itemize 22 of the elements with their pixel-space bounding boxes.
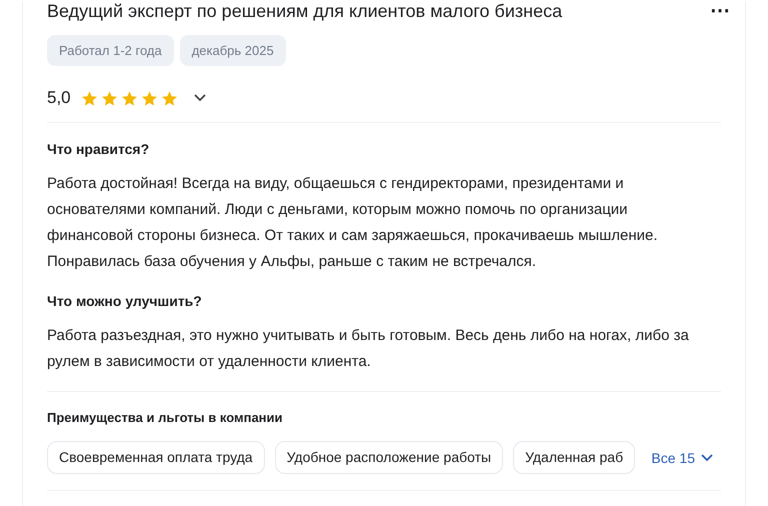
benefits-heading: Преимущества и льготы в компании [47,410,284,425]
benefit-chip: Своевременная оплата труда [47,441,265,474]
review-title: Ведущий эксперт по решениям для клиентов малого бизнеса [47,1,562,21]
chevron-icon [194,94,206,102]
section-heading: Что нравится? [47,141,150,157]
chevron-icon [701,454,713,462]
benefit-chip: Удобное расположение работы [274,441,504,474]
section-text: Работа разъездная, это нужно учитывать и быть готовым. Весь день либо на ногах, либо за рулем в зависимости от удаленности клиента. [47,326,690,372]
review-tag: декабрь 2025 [180,35,286,66]
star-icon [100,90,118,106]
star-icon [80,90,98,106]
review-tag: Работал 1-2 года [47,35,174,66]
more-menu-button[interactable]: ⋯ [710,1,729,21]
section-text: Работа достойная! Всегда на виду, общаешься с гендиректорами, президентами и основателями компаний. Люди с деньгами, которым можно помочь по организации финансовой стороны бизнеса. От таких и сам заряжаешься, прокачиваешь мышление. Понравилась база обучения у Альфы, раньше с таким не встречался. [47,174,659,272]
benefit-chip: Удаленная раб [513,441,636,474]
rating-score: 5,0 [47,88,71,108]
rating-toggle[interactable] [194,94,206,102]
star-icon [160,90,178,106]
section-heading: Что можно улучшить? [47,293,203,309]
show-all-button[interactable]: Все 15 [651,450,721,466]
star-icon [120,90,138,106]
star-icon [140,90,158,106]
